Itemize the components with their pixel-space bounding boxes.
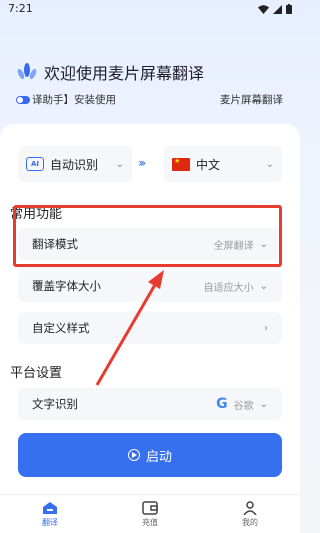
nav-label: 充值 [142, 517, 158, 527]
play-icon [127, 449, 140, 461]
battery-icon [286, 4, 292, 14]
status-bar: 7:21 [0, 0, 300, 20]
section-title-platform: 平台设置 [10, 366, 63, 381]
status-icons [258, 4, 292, 14]
chevron-down-icon: ⌄ [265, 158, 274, 170]
source-language-dropdown[interactable]: AI 自动识别 ⌄ [18, 146, 132, 182]
signal-icon [273, 4, 282, 14]
option-value: 自适应大小 [203, 282, 254, 294]
chevron-down-icon: ⌄ [115, 158, 124, 170]
announcement-marquee[interactable]: 译助手】安装使用 麦片屏幕翻译 [16, 92, 300, 108]
custom-style-option[interactable]: 自定义样式 › [18, 312, 282, 344]
nav-label: 翻译 [42, 517, 58, 527]
wallet-icon [142, 500, 158, 515]
option-label: 覆盖字体大小 [32, 279, 101, 293]
announcement-icon [16, 95, 30, 104]
marquee-left: 译助手】安装使用 [16, 92, 116, 107]
option-label: 文字识别 [32, 397, 78, 411]
user-icon [243, 500, 257, 515]
bottom-nav: 翻译 充值 我的 [0, 494, 300, 533]
nav-item-translate[interactable]: 翻译 [0, 495, 100, 533]
wifi-icon [258, 4, 269, 14]
target-language-label: 中文 [196, 157, 221, 172]
hero: 欢迎使用麦片屏幕翻译 [16, 60, 204, 84]
nav-label: 我的 [242, 517, 258, 527]
swap-arrows-icon: ››› [138, 156, 147, 170]
option-label: 自定义样式 [32, 321, 90, 335]
marquee-right-text: 麦片屏幕翻译 [220, 94, 283, 106]
home-icon [43, 501, 57, 514]
ocr-option[interactable]: 文字识别 G 谷歌 ⌄ [18, 388, 282, 420]
app-logo-icon [17, 63, 37, 80]
nav-item-recharge[interactable]: 充值 [100, 495, 200, 533]
china-flag-icon [172, 157, 190, 171]
source-language-label: 自动识别 [50, 157, 99, 172]
ai-icon: AI [26, 157, 44, 171]
hero-title: 欢迎使用麦片屏幕翻译 [44, 64, 205, 83]
google-logo-icon: G [216, 396, 228, 412]
start-button-label: 启动 [145, 449, 172, 465]
annotation-highlight-box [13, 205, 282, 267]
target-language-dropdown[interactable]: 中文 ⌄ [164, 146, 282, 182]
marquee-left-text: 译助手】安装使用 [32, 94, 116, 106]
nav-item-profile[interactable]: 我的 [200, 495, 300, 533]
chevron-right-icon: › [264, 322, 268, 334]
font-size-option[interactable]: 覆盖字体大小 自适应大小 ⌄ [18, 270, 282, 302]
language-selector-row: AI 自动识别 ⌄ ››› 中文 ⌄ [18, 146, 282, 182]
start-button[interactable]: 启动 [18, 433, 282, 477]
chevron-down-icon: ⌄ [259, 280, 268, 292]
chevron-down-icon: ⌄ [259, 398, 268, 410]
option-value: 谷歌 [233, 400, 254, 412]
status-time: 7:21 [8, 2, 33, 15]
